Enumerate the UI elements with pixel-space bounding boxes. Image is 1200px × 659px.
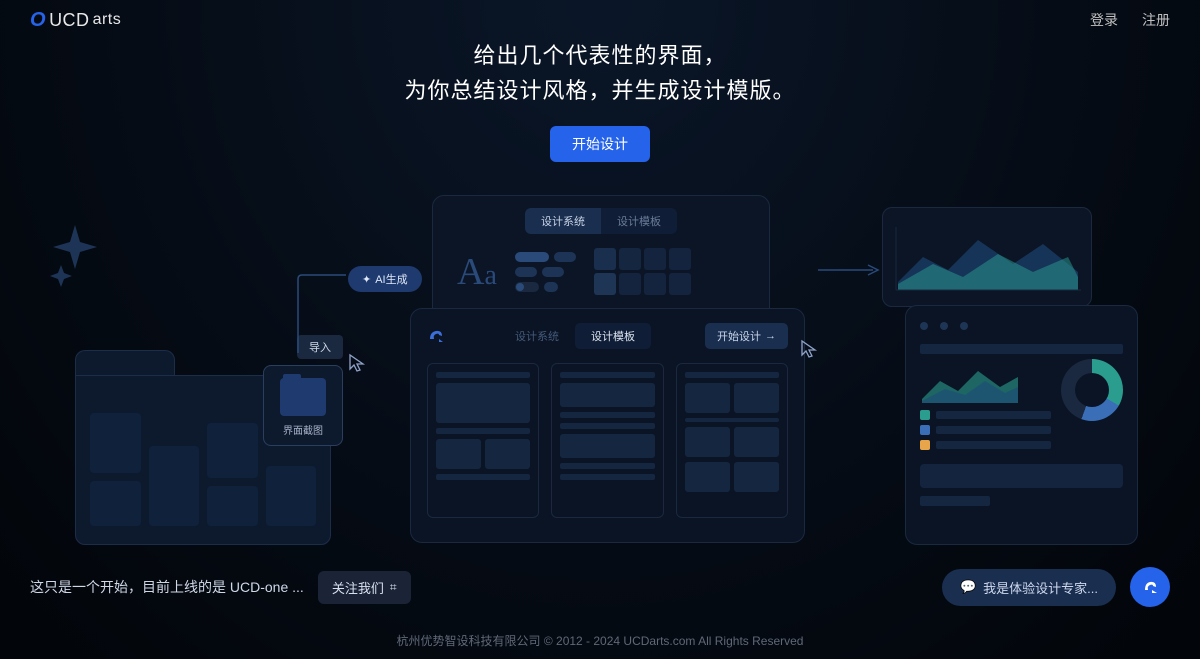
nav-login[interactable]: 登录 xyxy=(1090,10,1118,30)
connector-line-2 xyxy=(818,255,888,285)
typography-sample: Aa xyxy=(457,250,497,294)
folder-icon xyxy=(280,378,326,416)
qrcode-icon: ⌗ xyxy=(390,580,397,595)
mini-area-chart-icon xyxy=(920,359,1020,405)
hero-line-2: 为你总结设计风格，并生成设计模版。 xyxy=(0,73,1200,108)
ai-generate-tag: ✦ AI生成 xyxy=(348,266,422,292)
chat-expert-button[interactable]: 💬 我是体验设计专家... xyxy=(942,569,1116,606)
illustration-stage: 导入 界面截图 ✦ AI生成 设计系统 设计模板 Aa xyxy=(0,195,1200,555)
component-chips xyxy=(515,252,576,292)
cursor-icon xyxy=(348,353,368,373)
start-design-button[interactable]: 开始设计 xyxy=(550,126,650,162)
color-swatches xyxy=(594,248,694,295)
donut-chart-icon xyxy=(1061,359,1123,421)
design-templates-panel: 设计系统 设计模板 开始设计 → xyxy=(410,308,805,543)
tab-system-secondary[interactable]: 设计系统 xyxy=(499,323,575,349)
nav-register[interactable]: 注册 xyxy=(1142,10,1170,30)
import-card-label: 界面截图 xyxy=(274,422,332,437)
assist-icon xyxy=(1140,577,1160,597)
panel-logo-icon xyxy=(427,327,445,345)
chart-preview-a xyxy=(882,207,1092,307)
tab-design-template[interactable]: 设计模板 xyxy=(601,208,677,234)
copyright: 杭州优势智设科技有限公司 © 2012 - 2024 UCDarts.com A… xyxy=(0,632,1200,649)
hero: 给出几个代表性的界面， 为你总结设计风格，并生成设计模版。 开始设计 xyxy=(0,38,1200,162)
arrow-right-icon: → xyxy=(765,330,776,342)
logo-text: UCD xyxy=(49,10,90,31)
sparkle-small-icon: ✦ xyxy=(362,273,371,286)
chart-preview-b xyxy=(905,305,1138,545)
nav-right: 登录 注册 xyxy=(1090,10,1170,30)
footer-tagline: 这只是一个开始，目前上线的是 UCD-one ... xyxy=(30,577,304,597)
assist-fab-button[interactable] xyxy=(1130,567,1170,607)
template-card-2[interactable] xyxy=(551,363,663,518)
logo[interactable]: OUCDarts xyxy=(30,9,121,32)
hero-line-1: 给出几个代表性的界面， xyxy=(0,38,1200,73)
sparkle-icon xyxy=(50,220,100,290)
template-card-1[interactable] xyxy=(427,363,539,518)
area-chart-icon xyxy=(893,222,1083,294)
follow-us-button[interactable]: 关注我们 ⌗ xyxy=(318,571,411,604)
template-card-3[interactable] xyxy=(676,363,788,518)
hero-title: 给出几个代表性的界面， 为你总结设计风格，并生成设计模版。 xyxy=(0,38,1200,108)
logo-icon: O xyxy=(30,9,46,32)
chat-icon: 💬 xyxy=(960,579,976,595)
header: OUCDarts 登录 注册 xyxy=(0,0,1200,40)
cursor-icon-2 xyxy=(800,339,820,359)
tab-template-secondary[interactable]: 设计模板 xyxy=(575,323,651,349)
import-card[interactable]: 界面截图 xyxy=(263,365,343,446)
tab-design-system[interactable]: 设计系统 xyxy=(525,208,601,234)
footer-cta: 这只是一个开始，目前上线的是 UCD-one ... 关注我们 ⌗ 💬 我是体验… xyxy=(30,567,1170,607)
start-design-inline-button[interactable]: 开始设计 → xyxy=(705,323,788,349)
